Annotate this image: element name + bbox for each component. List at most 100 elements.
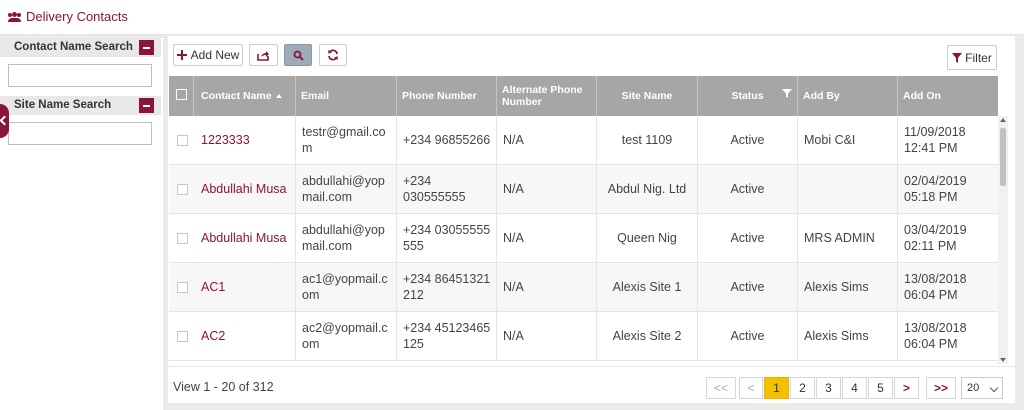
collapse-sidebar-tab[interactable]	[0, 104, 9, 138]
row-checkbox[interactable]	[177, 135, 188, 146]
column-label: Site Name	[621, 90, 673, 102]
add-on-cell: 02/04/2019 05:18 PM	[904, 174, 967, 204]
column-label: Contact Name	[201, 90, 272, 102]
next-page-button[interactable]: >	[894, 377, 919, 399]
row-checkbox[interactable]	[177, 184, 188, 195]
table-row[interactable]: AC2 ac2@yopmail.com +234 45123465125 N/A…	[169, 312, 998, 361]
add-by-cell: Mobi C&I	[798, 116, 898, 164]
prev-page-button[interactable]: <	[739, 377, 763, 399]
column-header-site-name[interactable]: Site Name	[597, 76, 698, 116]
refresh-icon	[328, 49, 338, 61]
column-label: Phone Number	[402, 90, 477, 102]
top-bar: Delivery Contacts	[0, 0, 1024, 35]
phone-cell: +234 03055555555	[397, 214, 497, 262]
page-4-button[interactable]: 4	[842, 377, 867, 399]
record-count: View 1 - 20 of 312	[173, 380, 274, 394]
email-cell: ac1@yopmail.com	[296, 263, 397, 311]
pagination-footer: View 1 - 20 of 312 << < 1 2 3 4 5 > >> 2…	[168, 366, 1015, 403]
contact-name-search-header: Contact Name Search	[0, 38, 161, 57]
email-cell: ac2@yopmail.com	[296, 312, 397, 360]
column-header-phone[interactable]: Phone Number	[397, 76, 497, 116]
last-page-button[interactable]: >>	[926, 377, 956, 399]
users-icon	[8, 11, 21, 22]
collapse-site-search-button[interactable]	[139, 98, 154, 113]
add-by-cell: MRS ADMIN	[798, 214, 898, 262]
plus-icon	[176, 50, 187, 60]
status-cell: Active	[698, 214, 798, 262]
page-size-select[interactable]: 20	[961, 377, 1003, 399]
scroll-thumb[interactable]	[1000, 128, 1006, 186]
refresh-button[interactable]	[319, 44, 347, 66]
collapse-contact-search-button[interactable]	[139, 40, 154, 55]
column-header-email[interactable]: Email	[296, 76, 397, 116]
table-row[interactable]: Abdullahi Musa abdullahi@yopmail.com +23…	[169, 165, 998, 214]
column-header-contact-name[interactable]: Contact Name	[194, 76, 296, 116]
scroll-down-arrow-icon[interactable]	[1000, 358, 1006, 362]
chevron-down-icon	[989, 383, 999, 393]
row-checkbox[interactable]	[177, 233, 188, 244]
export-button[interactable]	[249, 44, 278, 66]
page-3-button[interactable]: 3	[816, 377, 841, 399]
contact-name-link[interactable]: Abdullahi Musa	[194, 214, 296, 262]
phone-cell: +234 96855266	[397, 116, 497, 164]
status-cell: Active	[698, 116, 798, 164]
email-cell: abdullahi@yopmail.com	[296, 214, 397, 262]
filter-label: Filter	[965, 50, 992, 65]
add-on-cell: 13/08/2018 06:04 PM	[904, 321, 967, 351]
column-label: Email	[301, 90, 330, 102]
status-cell: Active	[698, 312, 798, 360]
status-cell: Active	[698, 263, 798, 311]
column-header-add-by[interactable]: Add By	[798, 76, 898, 116]
table-row[interactable]: 1223333 testr@gmail.com +234 96855266 N/…	[169, 116, 998, 165]
alternate-phone-cell: N/A	[497, 165, 597, 213]
site-name-cell: Alexis Site 1	[597, 263, 698, 311]
site-name-search-input[interactable]	[8, 122, 152, 145]
page-title: Delivery Contacts	[8, 9, 128, 24]
scroll-up-arrow-icon[interactable]	[1000, 118, 1006, 122]
add-on-cell: 11/09/2018 12:41 PM	[904, 125, 966, 155]
main-panel: Add New Filter Contact Name Email Phone …	[168, 36, 1015, 403]
column-filter-icon[interactable]	[782, 89, 792, 98]
column-header-add-on[interactable]: Add On	[898, 76, 998, 116]
contact-name-link[interactable]: AC2	[194, 312, 296, 360]
column-label: Alternate Phone Number	[502, 84, 583, 108]
filter-button[interactable]: Filter	[947, 45, 997, 70]
table-body: 1223333 testr@gmail.com +234 96855266 N/…	[169, 116, 998, 364]
add-by-cell	[798, 165, 898, 213]
search-toggle-button[interactable]	[284, 44, 312, 66]
status-cell: Active	[698, 165, 798, 213]
column-header-status[interactable]: Status	[698, 76, 798, 116]
alternate-phone-cell: N/A	[497, 312, 597, 360]
contact-name-link[interactable]: Abdullahi Musa	[194, 165, 296, 213]
alternate-phone-cell: N/A	[497, 116, 597, 164]
row-checkbox[interactable]	[177, 331, 188, 342]
contact-name-search-input[interactable]	[8, 64, 152, 87]
contact-name-link[interactable]: AC1	[194, 263, 296, 311]
contact-name-link[interactable]: 1223333	[194, 116, 296, 164]
add-new-label: Add New	[190, 48, 240, 62]
select-all-checkbox[interactable]	[176, 89, 187, 100]
row-checkbox[interactable]	[177, 282, 188, 293]
page-5-button[interactable]: 5	[868, 377, 893, 399]
page-title-text: Delivery Contacts	[26, 9, 128, 24]
table-scrollbar[interactable]	[998, 116, 1008, 364]
table-row[interactable]: Abdullahi Musa abdullahi@yopmail.com +23…	[169, 214, 998, 263]
contact-name-search-label: Contact Name Search	[14, 41, 133, 53]
column-header-alternate-phone[interactable]: Alternate Phone Number	[497, 76, 597, 116]
first-page-button[interactable]: <<	[706, 377, 736, 399]
phone-cell: +234 030555555	[397, 165, 497, 213]
add-new-button[interactable]: Add New	[173, 44, 243, 66]
table-row[interactable]: AC1 ac1@yopmail.com +234 86451321212 N/A…	[169, 263, 998, 312]
sort-ascending-icon	[275, 94, 282, 98]
column-label: Add On	[903, 90, 941, 102]
page-1-button[interactable]: 1	[764, 377, 789, 399]
sidebar: Contact Name Search Site Name Search	[0, 38, 163, 410]
page-2-button[interactable]: 2	[790, 377, 815, 399]
add-on-cell: 03/04/2019 02:11 PM	[904, 223, 967, 253]
site-name-cell: test 1109	[597, 116, 698, 164]
phone-cell: +234 86451321212	[397, 263, 497, 311]
column-label: Add By	[803, 90, 840, 102]
export-icon	[257, 50, 269, 61]
phone-cell: +234 45123465125	[397, 312, 497, 360]
select-all-cell	[169, 76, 194, 116]
